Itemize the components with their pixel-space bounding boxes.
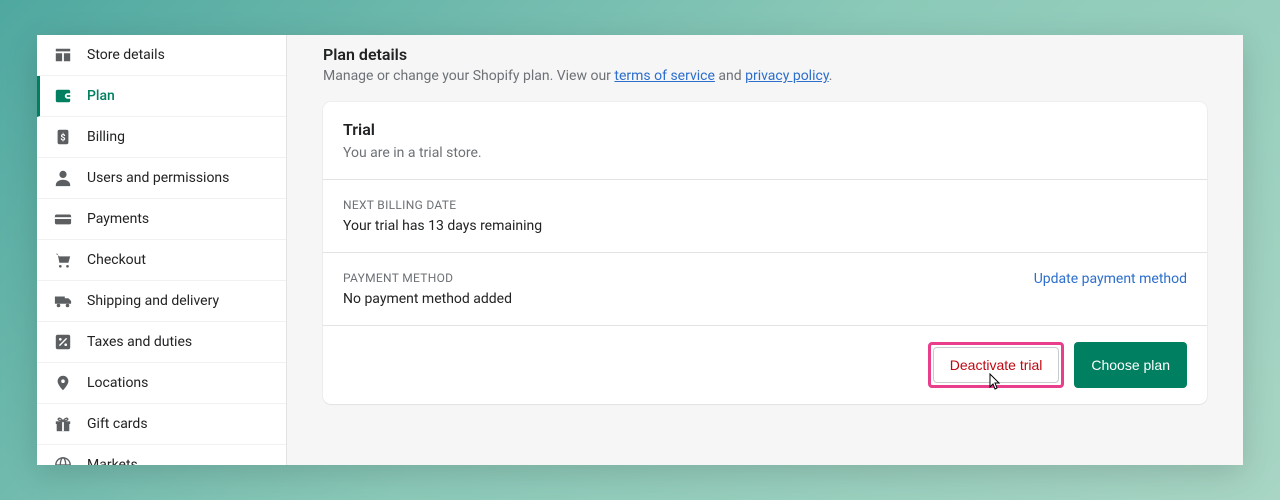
page-subtitle: Manage or change your Shopify plan. View… bbox=[323, 68, 1207, 84]
percent-icon bbox=[53, 332, 73, 352]
sidebar-item-label: Plan bbox=[87, 88, 115, 104]
sidebar-item-shipping[interactable]: Shipping and delivery bbox=[37, 281, 286, 322]
sidebar-item-label: Users and permissions bbox=[87, 170, 229, 186]
update-payment-link[interactable]: Update payment method bbox=[1034, 271, 1187, 287]
sidebar-item-label: Billing bbox=[87, 129, 125, 145]
pin-icon bbox=[53, 373, 73, 393]
billing-text: Your trial has 13 days remaining bbox=[343, 218, 1187, 234]
payment-label: PAYMENT METHOD bbox=[343, 271, 512, 285]
sidebar-item-label: Markets bbox=[87, 457, 138, 465]
sidebar-item-label: Checkout bbox=[87, 252, 146, 268]
sidebar-item-users[interactable]: Users and permissions bbox=[37, 158, 286, 199]
gift-icon bbox=[53, 414, 73, 434]
globe-icon bbox=[53, 455, 73, 465]
sidebar-item-label: Locations bbox=[87, 375, 148, 391]
store-icon bbox=[53, 45, 73, 65]
plan-card: Trial You are in a trial store. NEXT BIL… bbox=[323, 102, 1207, 404]
sidebar-item-plan[interactable]: Plan bbox=[37, 76, 286, 117]
sidebar-item-label: Shipping and delivery bbox=[87, 293, 219, 309]
sidebar-item-taxes[interactable]: Taxes and duties bbox=[37, 322, 286, 363]
wallet-icon bbox=[53, 86, 73, 106]
user-icon bbox=[53, 168, 73, 188]
trial-subtitle: You are in a trial store. bbox=[343, 145, 1187, 161]
payment-text: No payment method added bbox=[343, 291, 512, 307]
deactivate-trial-button[interactable]: Deactivate trial bbox=[933, 347, 1060, 383]
sidebar-item-label: Store details bbox=[87, 47, 165, 63]
trial-title: Trial bbox=[343, 120, 1187, 139]
terms-of-service-link[interactable]: terms of service bbox=[614, 68, 715, 84]
page-title: Plan details bbox=[323, 45, 1207, 64]
sidebar-item-billing[interactable]: $ Billing bbox=[37, 117, 286, 158]
choose-plan-button[interactable]: Choose plan bbox=[1074, 342, 1187, 388]
billing-label: NEXT BILLING DATE bbox=[343, 198, 1187, 212]
dollar-icon: $ bbox=[53, 127, 73, 147]
settings-sidebar: Store details Plan $ Billing Users and p… bbox=[37, 35, 287, 465]
main-content: Plan details Manage or change your Shopi… bbox=[287, 35, 1243, 465]
highlight-deactivate: Deactivate trial bbox=[928, 342, 1065, 388]
sidebar-item-payments[interactable]: Payments bbox=[37, 199, 286, 240]
billing-section: NEXT BILLING DATE Your trial has 13 days… bbox=[323, 180, 1207, 253]
app-window: Store details Plan $ Billing Users and p… bbox=[37, 35, 1243, 465]
sidebar-item-label: Gift cards bbox=[87, 416, 148, 432]
sidebar-item-markets[interactable]: Markets bbox=[37, 445, 286, 465]
sidebar-item-locations[interactable]: Locations bbox=[37, 363, 286, 404]
sidebar-item-label: Taxes and duties bbox=[87, 334, 192, 350]
truck-icon bbox=[53, 291, 73, 311]
cart-icon bbox=[53, 250, 73, 270]
card-actions: Deactivate trial Choose plan bbox=[323, 326, 1207, 404]
trial-section: Trial You are in a trial store. bbox=[323, 102, 1207, 180]
sidebar-item-label: Payments bbox=[87, 211, 149, 227]
sidebar-item-store-details[interactable]: Store details bbox=[37, 35, 286, 76]
card-icon bbox=[53, 209, 73, 229]
payment-section: PAYMENT METHOD No payment method added U… bbox=[323, 253, 1207, 326]
sidebar-item-gift-cards[interactable]: Gift cards bbox=[37, 404, 286, 445]
svg-text:$: $ bbox=[60, 133, 65, 144]
sidebar-item-checkout[interactable]: Checkout bbox=[37, 240, 286, 281]
privacy-policy-link[interactable]: privacy policy bbox=[745, 68, 829, 84]
